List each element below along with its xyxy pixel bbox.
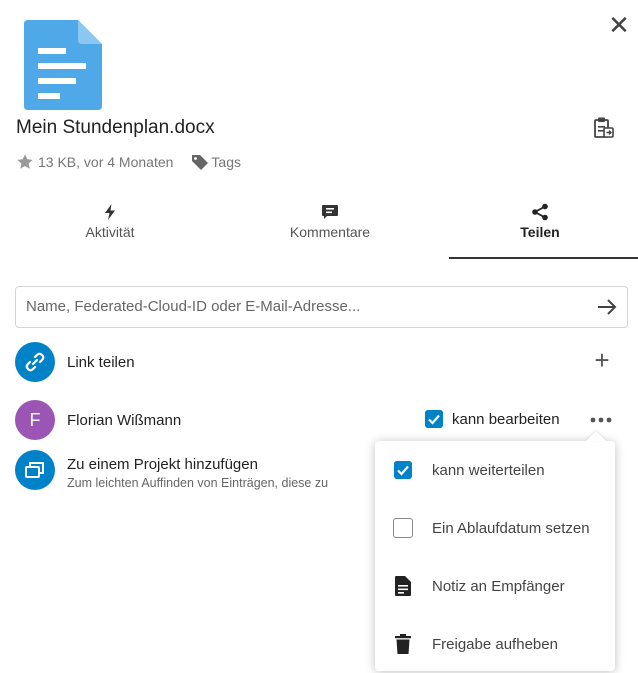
star-icon[interactable] <box>16 153 34 171</box>
comment-icon <box>322 205 338 219</box>
tab-activity[interactable]: Aktivität <box>15 203 205 240</box>
link-share-avatar <box>15 342 55 382</box>
add-link-button[interactable]: + <box>590 345 614 375</box>
menu-item-note-to-recipient[interactable]: Notiz an Empfänger <box>375 557 615 615</box>
activity-bolt-icon <box>105 204 115 220</box>
checkbox-unchecked-icon <box>393 518 413 538</box>
share-options-menu: kann weiterteilen Ein Ablaufdatum setzen… <box>375 441 615 671</box>
tab-share-label: Teilen <box>520 224 560 240</box>
project-avatar <box>15 450 55 490</box>
share-icon <box>532 203 548 221</box>
tab-share[interactable]: Teilen <box>445 203 635 240</box>
checkbox-checked-icon <box>394 461 412 479</box>
close-icon: ✕ <box>608 10 630 40</box>
trash-icon <box>395 634 411 654</box>
add-project-title[interactable]: Zu einem Projekt hinzufügen <box>67 456 258 473</box>
checkbox-checked-icon <box>425 410 443 428</box>
link-share-label[interactable]: Link teilen <box>67 354 135 371</box>
arrow-right-icon[interactable] <box>595 295 619 319</box>
tag-icon <box>192 155 209 170</box>
active-tab-indicator <box>449 257 638 259</box>
share-search-box <box>15 286 628 328</box>
file-size-age: 13 KB, vor 4 Monaten <box>38 154 174 170</box>
link-icon <box>25 352 45 372</box>
plus-icon: + <box>594 345 610 375</box>
document-file-icon <box>24 20 102 110</box>
user-avatar: F <box>15 400 55 440</box>
more-options-icon[interactable] <box>588 410 614 430</box>
note-icon <box>395 576 411 596</box>
share-user-name: Florian Wißmann <box>67 412 182 429</box>
share-search-input[interactable] <box>16 287 586 325</box>
can-edit-checkbox[interactable]: kann bearbeiten <box>425 410 560 428</box>
tags-link[interactable]: Tags <box>211 154 241 170</box>
close-button[interactable]: ✕ <box>604 10 634 40</box>
menu-item-label: Freigabe aufheben <box>432 635 558 653</box>
tab-activity-label: Aktivität <box>85 224 135 240</box>
menu-item-can-reshare[interactable]: kann weiterteilen <box>375 441 615 499</box>
menu-pointer <box>586 431 606 441</box>
can-edit-label: kann bearbeiten <box>452 410 560 428</box>
menu-item-label: Ein Ablaufdatum setzen <box>432 519 590 537</box>
tab-comments-label: Kommentare <box>289 224 371 240</box>
menu-item-unshare[interactable]: Freigabe aufheben <box>375 615 615 673</box>
menu-item-label: Notiz an Empfänger <box>432 577 565 595</box>
menu-item-label: kann weiterteilen <box>432 461 545 479</box>
menu-item-set-expiration[interactable]: Ein Ablaufdatum setzen <box>375 499 615 557</box>
clipboard-icon[interactable] <box>590 115 616 141</box>
projects-icon <box>25 462 44 478</box>
file-meta: 13 KB, vor 4 Monaten Tags <box>16 153 241 171</box>
tab-comments[interactable]: Kommentare <box>235 203 425 240</box>
file-name: Mein Stundenplan.docx <box>16 117 215 138</box>
add-project-subtitle: Zum leichten Auffinden von Einträgen, di… <box>67 476 329 490</box>
